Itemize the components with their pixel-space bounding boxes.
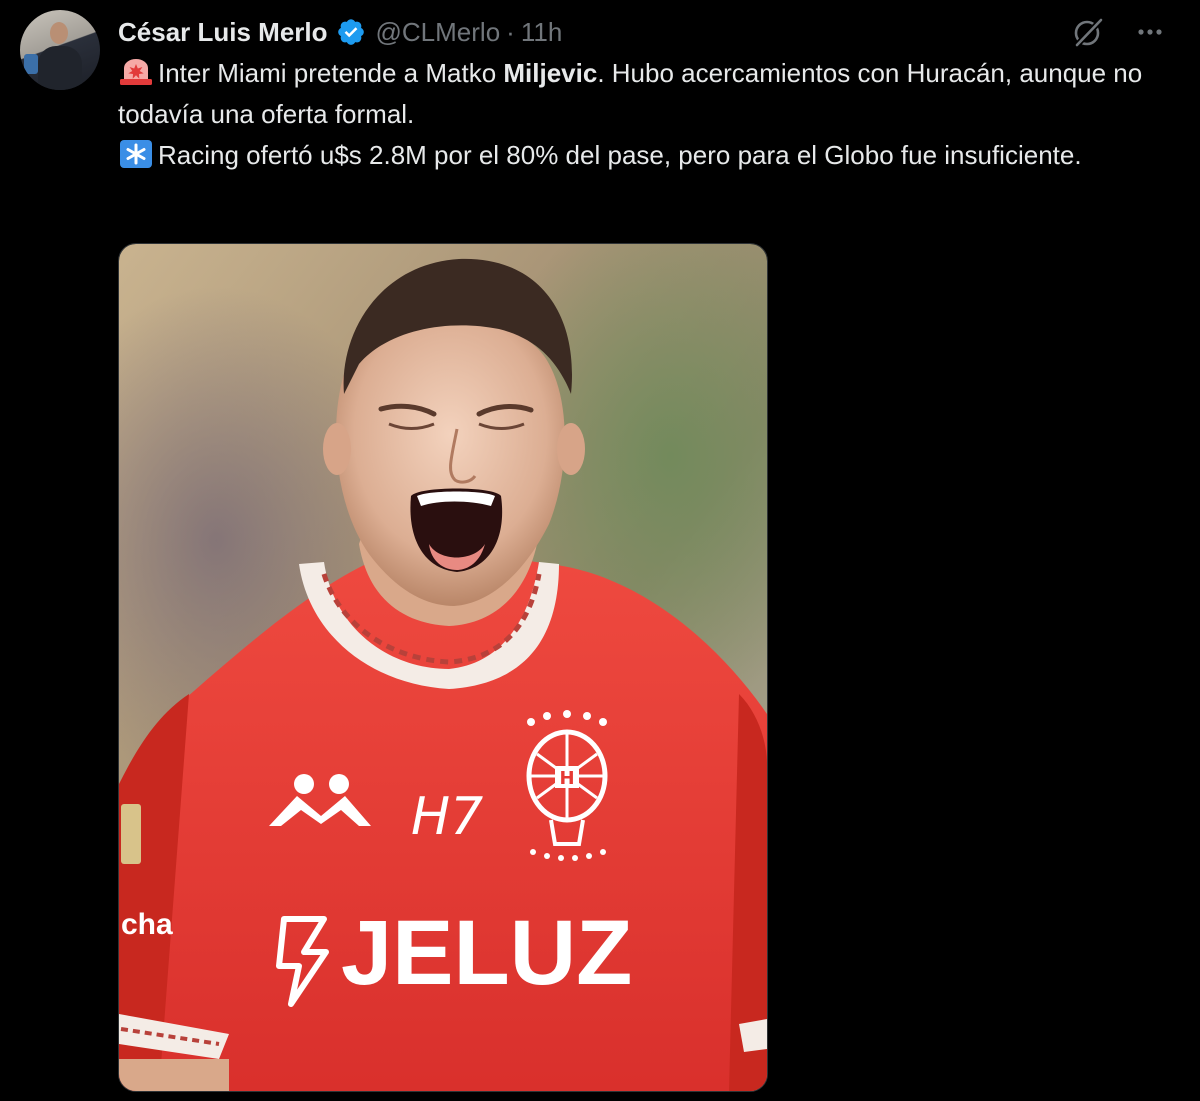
tweet-text: Inter Miami pretende a Matko Miljevic. H… — [118, 53, 1158, 176]
author-avatar[interactable] — [20, 10, 100, 90]
author-handle[interactable]: @CLMerlo — [376, 14, 501, 50]
rotating-light-emoji — [120, 59, 152, 85]
tweet-line1-bold: Miljevic — [503, 58, 598, 88]
shirt-brand-mark: H7 — [411, 787, 483, 847]
player-photo: H7 H JELUZ cha — [119, 244, 767, 1091]
shirt-sponsor-text: JELUZ — [341, 902, 632, 1004]
verified-badge-icon[interactable] — [336, 17, 366, 47]
separator-dot: · — [506, 17, 515, 47]
svg-text:H: H — [559, 768, 574, 789]
sleeve-text: cha — [121, 908, 173, 941]
author-display-name[interactable]: César Luis Merlo — [118, 14, 328, 50]
tweet[interactable]: César Luis Merlo @CLMerlo · 11h Inter Mi… — [0, 0, 1200, 1101]
post-time[interactable]: 11h — [521, 14, 562, 50]
grok-icon[interactable] — [1070, 14, 1106, 50]
tweet-header: César Luis Merlo @CLMerlo · 11h — [118, 12, 562, 52]
sleeve-badge — [121, 804, 141, 864]
more-icon[interactable] — [1134, 16, 1166, 48]
tweet-media-photo[interactable]: H7 H JELUZ cha — [118, 243, 768, 1092]
tweet-top-actions — [1070, 12, 1166, 52]
tweet-line1-pre: Inter Miami pretende a Matko — [158, 58, 504, 88]
tweet-line2-text: Racing ofertó u$s 2.8M por el 80% del pa… — [158, 140, 1082, 170]
microphone-icon — [24, 54, 38, 74]
asterisk-emoji — [120, 140, 152, 168]
